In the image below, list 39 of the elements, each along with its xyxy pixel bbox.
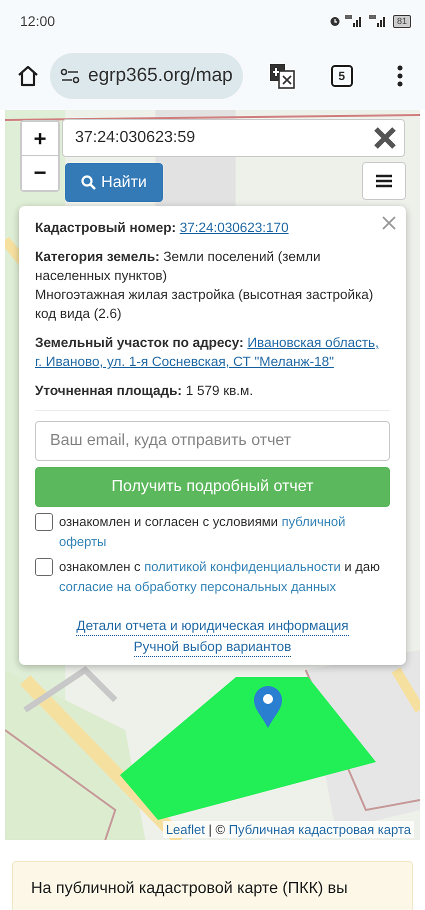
map-marker-icon[interactable] xyxy=(253,685,283,729)
checkbox[interactable] xyxy=(35,513,53,531)
info-link[interactable]: 37:24:030623:170 xyxy=(180,220,289,235)
battery-indicator: 81 xyxy=(392,14,411,28)
email-field[interactable]: Ваш email, куда отправить отчет xyxy=(35,421,390,461)
address-bar[interactable]: egrp365.org/map xyxy=(50,53,243,99)
attribution-link[interactable]: Leaflet xyxy=(166,822,205,837)
close-icon[interactable] xyxy=(373,126,397,150)
consent-link[interactable]: оферты xyxy=(59,534,106,549)
zoom-out-button[interactable]: − xyxy=(22,156,58,190)
info-link[interactable]: г. Иваново, ул. 1-я Сосневская, СТ "Меланж-18" xyxy=(35,354,334,369)
notice-text: На публичной кадастровой карте (ПКК) вы xyxy=(31,880,349,898)
consent-text: ознакомлен с политикой конфиденциальности и даю согласие на обработку персональных данных xyxy=(59,558,381,596)
details-link[interactable]: Детали отчета и юридическая информация xyxy=(76,617,349,636)
details-link[interactable]: Ручной выбор вариантов xyxy=(134,638,292,657)
info-text: Уточненная площадь: 1 579 кв.м. xyxy=(35,382,254,400)
checkbox[interactable] xyxy=(35,558,53,576)
menu-button[interactable] xyxy=(362,162,406,200)
menu-icon[interactable] xyxy=(396,65,403,87)
url-text: egrp365.org/map xyxy=(88,65,233,87)
consent-link[interactable]: согласие на обработку персональных данных xyxy=(59,579,336,594)
site-settings-icon[interactable] xyxy=(60,68,80,84)
tab-count-button[interactable]: 5 xyxy=(330,65,353,87)
consent-link[interactable]: политикой конфиденциальности xyxy=(144,559,341,574)
zoom-in-button[interactable]: + xyxy=(22,122,58,156)
attribution-link[interactable]: Публичная кадастровая карта xyxy=(228,822,411,837)
clock-time: 12:00 xyxy=(20,13,56,29)
home-icon[interactable] xyxy=(16,64,40,88)
search-field[interactable]: 37:24:030623:59 xyxy=(62,119,405,157)
info-text: Земельный участок по адресу: Ивановская область, г. Иваново, ул. 1-я Сосневская, СТ "Меланж-18" xyxy=(35,334,380,371)
search-icon xyxy=(81,175,96,190)
info-text: Категория земель: Земли поселений (земли населенных пунктов) Многоэтажная жилая застройка (высотная застройка) код вида (2.6) xyxy=(35,248,374,323)
alarm-icon xyxy=(328,15,341,27)
find-button[interactable]: Найти xyxy=(65,163,163,202)
menu-icon xyxy=(376,174,392,188)
translate-icon[interactable] xyxy=(268,63,295,89)
consent-link[interactable]: публичной xyxy=(282,514,346,529)
attribution-separator: | © xyxy=(208,822,226,837)
info-link[interactable]: Ивановская область, xyxy=(247,335,379,350)
